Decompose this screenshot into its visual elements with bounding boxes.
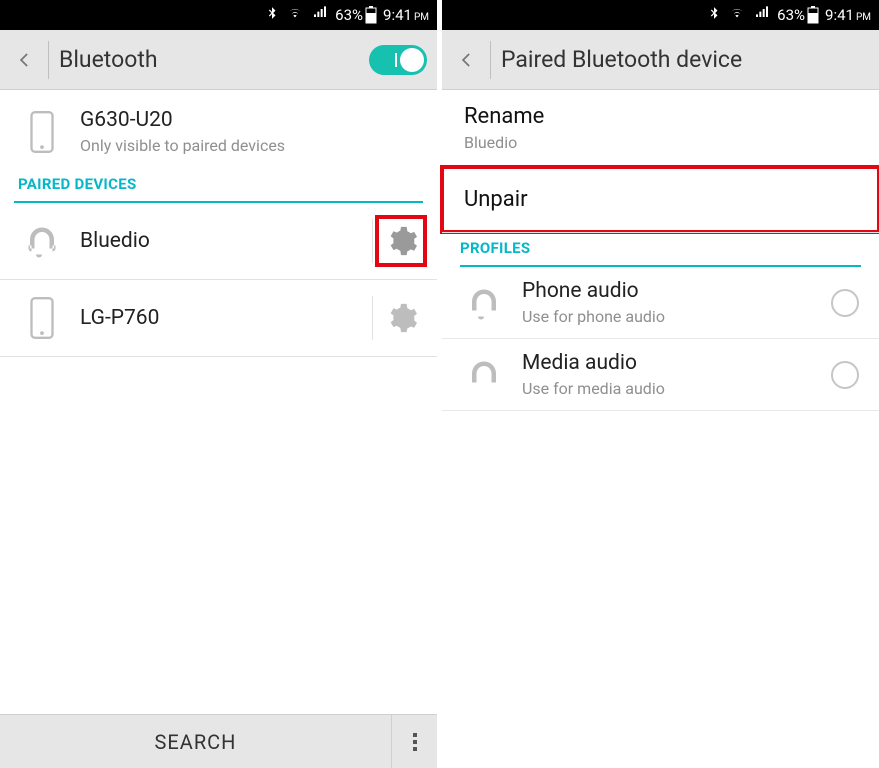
battery-pct: 63% [335, 6, 363, 24]
paired-device-row[interactable]: Bluedio [0, 203, 437, 280]
phone-icon [22, 111, 62, 153]
page-title: Bluetooth [59, 46, 359, 73]
back-button[interactable] [10, 46, 38, 74]
own-device-row[interactable]: G630-U20 Only visible to paired devices [0, 90, 437, 169]
bottom-bar: SEARCH [0, 714, 437, 768]
divider [372, 219, 373, 263]
section-header-profiles: PROFILES [442, 233, 879, 265]
profile-subtitle: Use for phone audio [522, 307, 831, 326]
device-name: Bluedio [62, 229, 368, 253]
headset-icon [464, 285, 504, 321]
back-button[interactable] [452, 46, 480, 74]
signal-status-icon [753, 5, 771, 25]
profile-subtitle: Use for media audio [522, 379, 831, 398]
device-settings-button[interactable] [377, 294, 425, 342]
paired-device-row[interactable]: LG-P760 [0, 280, 437, 357]
bluetooth-toggle[interactable] [369, 45, 427, 75]
unpair-row[interactable]: Unpair [442, 167, 879, 232]
profile-checkbox[interactable] [831, 289, 859, 317]
battery-pct: 63% [777, 6, 805, 24]
page-title: Paired Bluetooth device [501, 46, 869, 73]
wifi-status-icon [285, 5, 305, 25]
status-bar: 63% 9:41PM [442, 0, 879, 30]
clock-ampm: PM [856, 12, 871, 23]
clock: 9:41PM [825, 6, 871, 24]
rename-value: Bluedio [464, 133, 857, 152]
battery-status: 63% [335, 6, 377, 24]
bluetooth-status-icon [265, 5, 279, 25]
status-bar: 63% 9:41PM [0, 0, 437, 30]
battery-status: 63% [777, 6, 819, 24]
own-device-name: G630-U20 [80, 108, 285, 132]
clock: 9:41PM [383, 6, 429, 24]
screen-paired-device: 63% 9:41PM Paired Bluetooth device Renam… [442, 0, 879, 768]
device-name: LG-P760 [62, 306, 368, 330]
clock-time: 9:41 [383, 6, 412, 24]
own-device-text: G630-U20 Only visible to paired devices [80, 108, 285, 155]
divider [490, 41, 491, 79]
wifi-status-icon [727, 5, 747, 25]
profile-title: Media audio [522, 351, 831, 375]
device-settings-button[interactable] [377, 217, 425, 265]
section-header-paired: PAIRED DEVICES [0, 169, 437, 201]
unpair-label: Unpair [464, 187, 857, 212]
search-button[interactable]: SEARCH [0, 730, 391, 754]
own-device-visibility: Only visible to paired devices [80, 136, 285, 155]
headphones-icon [464, 357, 504, 393]
divider [372, 296, 373, 340]
app-header: Paired Bluetooth device [442, 30, 879, 90]
screen-bluetooth: 63% 9:41PM Bluetooth G630-U20 Only visib… [0, 0, 437, 768]
signal-status-icon [311, 5, 329, 25]
app-header: Bluetooth [0, 30, 437, 90]
divider [48, 41, 49, 79]
bluetooth-status-icon [707, 5, 721, 25]
phone-icon [22, 297, 62, 339]
clock-time: 9:41 [825, 6, 854, 24]
profile-row-phone-audio[interactable]: Phone audio Use for phone audio [442, 267, 879, 339]
profile-checkbox[interactable] [831, 361, 859, 389]
rename-row[interactable]: Rename Bluedio [442, 90, 879, 166]
clock-ampm: PM [414, 12, 429, 23]
rename-label: Rename [464, 104, 857, 129]
overflow-menu-button[interactable] [391, 715, 437, 768]
profile-title: Phone audio [522, 279, 831, 303]
profile-row-media-audio[interactable]: Media audio Use for media audio [442, 339, 879, 411]
headphones-icon [22, 223, 62, 259]
